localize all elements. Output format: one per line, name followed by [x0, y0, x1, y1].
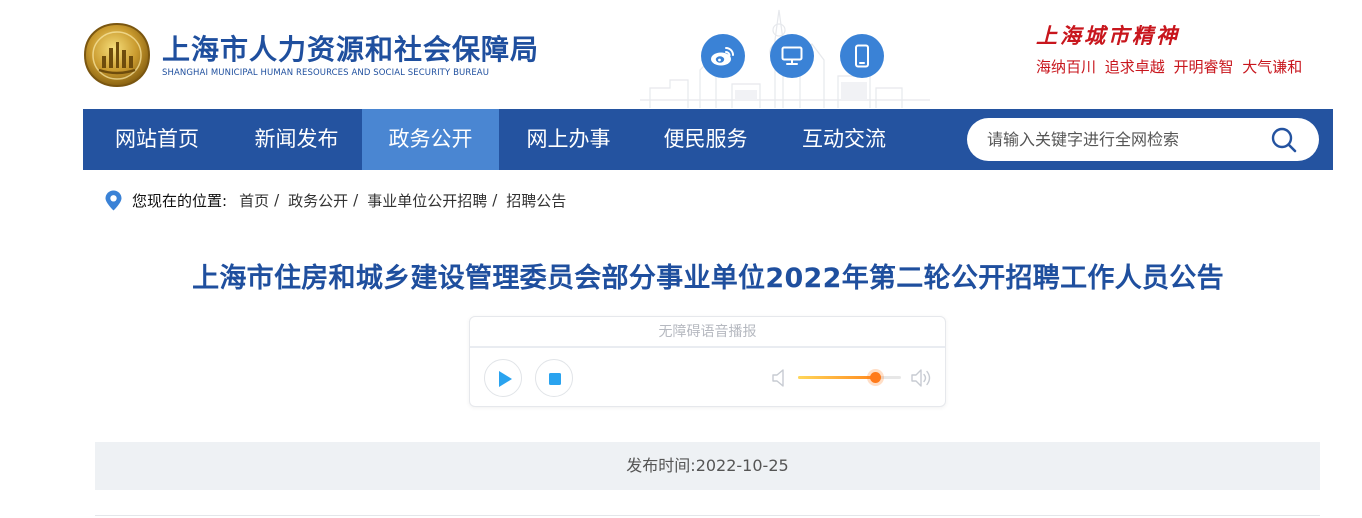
- location-pin-icon: [105, 190, 122, 210]
- city-spirit-motto: 海纳百川 追求卓越 开明睿智 大气谦和: [1036, 58, 1303, 76]
- breadcrumb-government-affairs[interactable]: 政务公开: [288, 190, 348, 211]
- breadcrumb-recruitment-notice[interactable]: 招聘公告: [506, 190, 566, 211]
- nav-item-interaction[interactable]: 互动交流: [773, 109, 915, 170]
- stop-icon: [549, 373, 561, 385]
- site-header: 上海市人力资源和社会保障局 SHANGHAI MUNICIPAL HUMAN R…: [0, 0, 1362, 108]
- nav-item-government-affairs[interactable]: 政务公开: [362, 109, 499, 170]
- breadcrumb-public-recruitment[interactable]: 事业单位公开招聘: [367, 190, 487, 211]
- volume-up-icon[interactable]: [911, 367, 933, 389]
- audio-player-header: 无障碍语音播报: [470, 317, 945, 348]
- desktop-icon[interactable]: [770, 34, 814, 78]
- breadcrumb-label: 您现在的位置:: [132, 191, 228, 210]
- bureau-emblem-logo[interactable]: [83, 22, 151, 88]
- breadcrumb-separator: /: [274, 191, 280, 209]
- audio-player: 无障碍语音播报: [469, 316, 946, 407]
- main-nav: 网站首页 新闻发布 政务公开 网上办事 便民服务 互动交流: [83, 109, 1333, 170]
- volume-down-icon[interactable]: [772, 368, 786, 388]
- breadcrumb-separator: /: [353, 191, 359, 209]
- nav-item-news[interactable]: 新闻发布: [231, 109, 362, 170]
- volume-knob[interactable]: [870, 372, 882, 383]
- article-title: 上海市住房和城乡建设管理委员会部分事业单位2022年第二轮公开招聘工作人员公告: [192, 263, 1224, 294]
- weibo-icon[interactable]: [701, 34, 745, 78]
- play-button[interactable]: [484, 359, 522, 397]
- breadcrumb: 您现在的位置: 首页 / 政务公开 / 事业单位公开招聘 / 招聘公告: [105, 189, 566, 211]
- mobile-icon[interactable]: [840, 34, 884, 78]
- volume-slider[interactable]: [798, 372, 901, 383]
- breadcrumb-home[interactable]: 首页: [239, 190, 269, 211]
- publish-time: 发布时间:2022-10-25: [95, 442, 1320, 490]
- nav-item-public-services[interactable]: 便民服务: [638, 109, 773, 170]
- nav-item-home[interactable]: 网站首页: [83, 109, 231, 170]
- stop-button[interactable]: [535, 359, 573, 397]
- divider: [95, 515, 1320, 516]
- city-spirit-title: 上海城市精神: [1036, 23, 1180, 48]
- site-name-english: SHANGHAI MUNICIPAL HUMAN RESOURCES AND S…: [162, 68, 490, 78]
- search-input[interactable]: [987, 126, 1257, 153]
- play-icon: [499, 371, 512, 387]
- search-icon[interactable]: [1270, 126, 1298, 154]
- breadcrumb-separator: /: [492, 191, 498, 209]
- site-name[interactable]: 上海市人力资源和社会保障局: [162, 28, 539, 68]
- volume-fill: [798, 376, 876, 379]
- nav-item-online-services[interactable]: 网上办事: [499, 109, 638, 170]
- search-box: [967, 118, 1319, 161]
